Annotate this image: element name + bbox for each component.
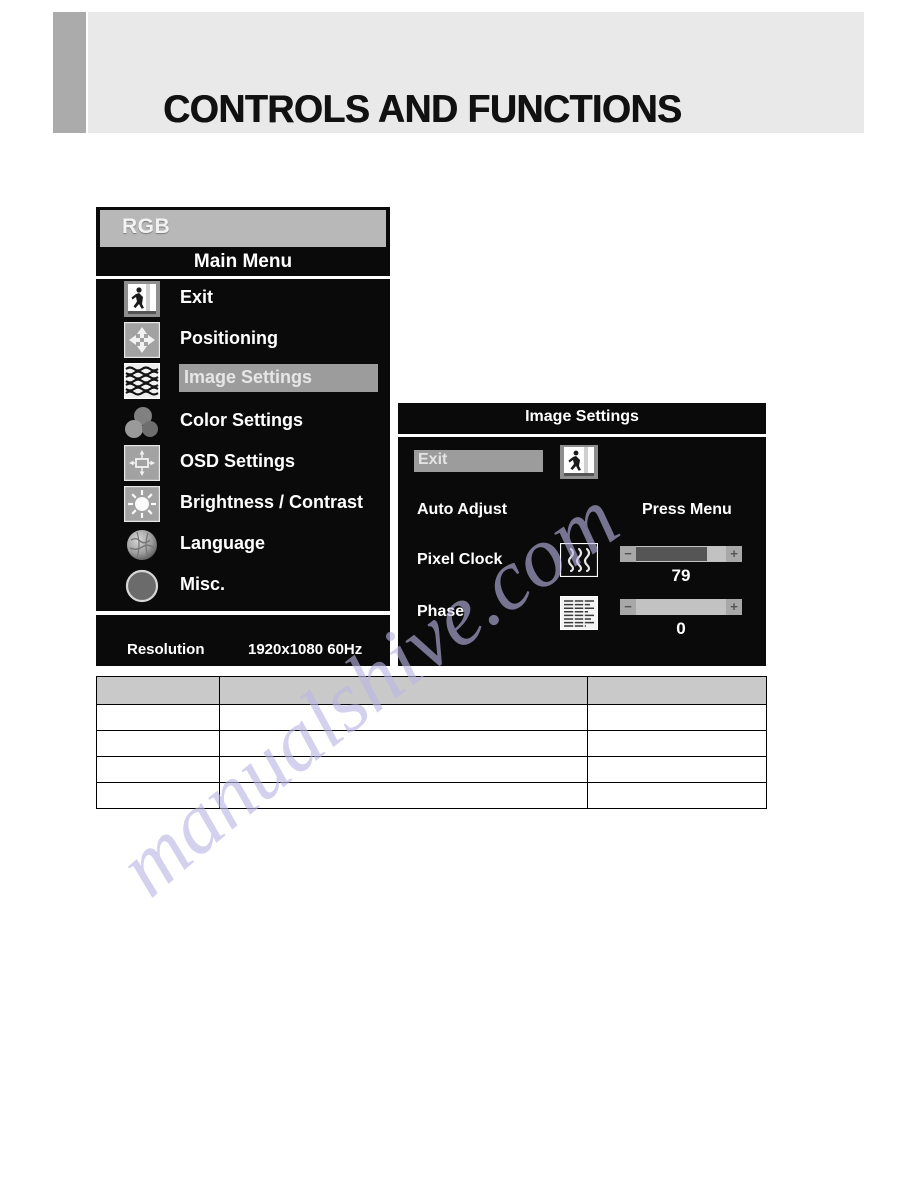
- osd-frame-arrows-icon: [122, 443, 162, 483]
- table-header-cell: [96, 676, 220, 705]
- table-header-cell: [219, 676, 588, 705]
- sub-menu-item-label: Pixel Clock: [417, 551, 503, 568]
- osd-menu-item-positioning[interactable]: Positioning: [96, 320, 390, 361]
- osd-menu-item-label: Brightness / Contrast: [180, 492, 364, 512]
- osd-main-menu: RGB Main Menu Exit Positioning Image Set…: [96, 207, 390, 666]
- auto-adjust-value: Press Menu: [642, 501, 732, 518]
- exit-door-icon: [124, 281, 160, 317]
- osd-menu-item-label: Color Settings: [180, 410, 304, 430]
- slider-increase-icon[interactable]: +: [726, 546, 742, 562]
- circle-icon: [124, 568, 160, 604]
- osd-sub-menu-image-settings: Image Settings Exit Auto Adjust Press Me…: [398, 403, 766, 666]
- sub-menu-item-label: Exit: [418, 451, 448, 468]
- sub-menu-item-label: Auto Adjust: [417, 501, 508, 518]
- table-cell: [96, 756, 220, 783]
- table-cell: [587, 704, 767, 731]
- pixel-clock-value: 79: [671, 566, 691, 585]
- table-cell: [219, 782, 588, 809]
- table-cell: [96, 782, 220, 809]
- sub-menu-item-label: Phase: [417, 603, 465, 620]
- osd-menu-item-image-settings[interactable]: Image Settings: [96, 361, 390, 402]
- slider-decrease-icon[interactable]: −: [620, 546, 636, 562]
- sub-menu-title: Image Settings: [525, 408, 639, 425]
- table-cell: [587, 730, 767, 757]
- header-accent-bar: [53, 12, 86, 133]
- table-header-cell: [587, 676, 767, 705]
- table-row: [96, 782, 767, 809]
- table-cell: [219, 730, 588, 757]
- osd-menu-item-label: Language: [180, 533, 266, 553]
- table-cell: [96, 704, 220, 731]
- spec-table: [96, 676, 767, 809]
- globe-icon: [124, 527, 160, 563]
- phase-value: 0: [676, 619, 686, 638]
- osd-source-label: RGB: [122, 215, 171, 238]
- osd-menu-item-label: Exit: [180, 287, 214, 307]
- exit-door-icon: [560, 445, 598, 479]
- noise-pattern-icon: [123, 362, 161, 400]
- table-cell: [587, 756, 767, 783]
- table-cell: [219, 756, 588, 783]
- pixel-clock-slider[interactable]: − +: [620, 546, 742, 562]
- sun-icon: [122, 484, 162, 524]
- table-row: [96, 704, 767, 731]
- osd-menu-item-label: Misc.: [180, 574, 226, 594]
- table-row: [96, 756, 767, 783]
- resolution-label: Resolution: [127, 641, 205, 658]
- page-header: CONTROLS AND FUNCTIONS: [53, 12, 864, 133]
- osd-menu-item-brightness-contrast[interactable]: Brightness / Contrast: [96, 484, 390, 525]
- slider-increase-icon[interactable]: +: [726, 599, 742, 615]
- resolution-value: 1920x1080 60Hz: [248, 641, 363, 658]
- page-title: CONTROLS AND FUNCTIONS: [163, 88, 682, 131]
- four-arrows-icon: [122, 320, 162, 360]
- osd-status-bar: Resolution 1920x1080 60Hz: [96, 615, 390, 666]
- three-circles-icon: [124, 404, 160, 440]
- table-cell: [96, 730, 220, 757]
- table-cell: [587, 782, 767, 809]
- table-cell: [219, 704, 588, 731]
- osd-menu-item-label: Image Settings: [184, 367, 313, 387]
- osd-menu-title: Main Menu: [193, 251, 293, 272]
- pixel-clock-slider-fill: [636, 547, 708, 561]
- osd-menu-item-color-settings[interactable]: Color Settings: [96, 402, 390, 443]
- sub-menu-title-divider: [398, 434, 766, 437]
- table-row: [96, 730, 767, 757]
- osd-menu-item-exit[interactable]: Exit: [96, 279, 390, 320]
- osd-menu-item-label: OSD Settings: [180, 451, 296, 471]
- osd-menu-list: Exit Positioning Image Settings Color Se…: [96, 279, 390, 609]
- osd-menu-item-osd-settings[interactable]: OSD Settings: [96, 443, 390, 484]
- wavy-lines-icon: [558, 541, 600, 579]
- osd-menu-item-label: Positioning: [180, 328, 278, 348]
- phase-slider[interactable]: − +: [620, 599, 742, 615]
- osd-menu-item-misc[interactable]: Misc.: [96, 566, 390, 607]
- table-header-row: [96, 676, 767, 705]
- slider-decrease-icon[interactable]: −: [620, 599, 636, 615]
- text-block-icon: [559, 595, 599, 631]
- osd-menu-item-language[interactable]: Language: [96, 525, 390, 566]
